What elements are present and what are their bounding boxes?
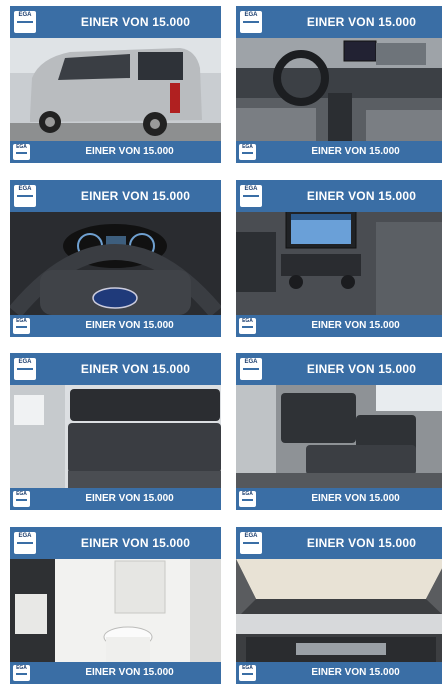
- ega-logo-icon: EGA: [14, 532, 36, 554]
- tile-banner: EGA EINER VON 15.000: [236, 6, 442, 38]
- tile-footer: EGA EINER VON 15.000: [236, 315, 442, 337]
- tile-banner: EGA EINER VON 15.000: [10, 353, 221, 385]
- footer-text: EINER VON 15.000: [311, 493, 400, 504]
- ega-logo-icon: EGA: [239, 491, 256, 507]
- interior-seating-photo: [236, 385, 442, 488]
- footer-text: EINER VON 15.000: [85, 493, 174, 504]
- ega-logo-icon: EGA: [13, 665, 30, 681]
- rear-bench-photo: [10, 385, 221, 488]
- ega-logo-icon: EGA: [239, 665, 256, 681]
- ega-logo-icon: EGA: [14, 185, 36, 207]
- tile-footer: EGA EINER VON 15.000: [236, 662, 442, 684]
- photo-grid: EGA EINER VON 15.000 EGA EINER VON 15.00…: [0, 0, 442, 684]
- footer-text: EINER VON 15.000: [85, 320, 174, 331]
- ega-logo-icon: EGA: [13, 144, 30, 160]
- van-exterior-photo: [10, 38, 221, 141]
- ega-logo-icon: EGA: [240, 532, 262, 554]
- tile-banner: EGA EINER VON 15.000: [10, 180, 221, 212]
- ega-logo-icon: EGA: [240, 358, 262, 380]
- tile-banner: EGA EINER VON 15.000: [10, 527, 221, 559]
- tile-banner: EGA EINER VON 15.000: [10, 6, 221, 38]
- tile-banner: EGA EINER VON 15.000: [236, 353, 442, 385]
- tile-van-exterior[interactable]: EGA EINER VON 15.000 EGA EINER VON 15.00…: [10, 6, 221, 163]
- tile-banner: EGA EINER VON 15.000: [236, 180, 442, 212]
- infotainment-photo: [236, 212, 442, 315]
- ega-logo-icon: EGA: [239, 318, 256, 334]
- tile-banner: EGA EINER VON 15.000: [236, 527, 442, 559]
- tile-pop-up-roof[interactable]: EGA EINER VON 15.000 EGA EINER VON 15.00…: [236, 527, 442, 684]
- tile-footer: EGA EINER VON 15.000: [10, 488, 221, 510]
- tile-footer: EGA EINER VON 15.000: [10, 315, 221, 337]
- tile-interior-seating[interactable]: EGA EINER VON 15.000 EGA EINER VON 15.00…: [236, 353, 442, 510]
- banner-text: EINER VON 15.000: [80, 536, 191, 550]
- footer-text: EINER VON 15.000: [311, 320, 400, 331]
- banner-text: EINER VON 15.000: [306, 536, 417, 550]
- footer-text: EINER VON 15.000: [85, 667, 174, 678]
- banner-text: EINER VON 15.000: [306, 362, 417, 376]
- ega-logo-icon: EGA: [14, 358, 36, 380]
- cockpit-photo: [236, 38, 442, 141]
- steering-wheel-photo: [10, 212, 221, 315]
- banner-text: EINER VON 15.000: [306, 189, 417, 203]
- footer-text: EINER VON 15.000: [85, 146, 174, 157]
- tile-cockpit[interactable]: EGA EINER VON 15.000 EGA EINER VON 15.00…: [236, 6, 442, 163]
- ega-logo-icon: EGA: [240, 11, 262, 33]
- tile-bathroom[interactable]: EGA EINER VON 15.000 EGA EINER VON 15.00…: [10, 527, 221, 684]
- tile-rear-bench[interactable]: EGA EINER VON 15.000 EGA EINER VON 15.00…: [10, 353, 221, 510]
- bathroom-photo: [10, 559, 221, 662]
- tile-footer: EGA EINER VON 15.000: [236, 141, 442, 163]
- tile-infotainment[interactable]: EGA EINER VON 15.000 EGA EINER VON 15.00…: [236, 180, 442, 337]
- banner-text: EINER VON 15.000: [306, 15, 417, 29]
- footer-text: EINER VON 15.000: [311, 146, 400, 157]
- ega-logo-icon: EGA: [13, 318, 30, 334]
- ega-logo-icon: EGA: [14, 11, 36, 33]
- banner-text: EINER VON 15.000: [80, 362, 191, 376]
- tile-footer: EGA EINER VON 15.000: [10, 141, 221, 163]
- ega-logo-icon: EGA: [13, 491, 30, 507]
- ega-logo-icon: EGA: [240, 185, 262, 207]
- tile-steering-wheel[interactable]: EGA EINER VON 15.000 EGA EINER VON 15.00…: [10, 180, 221, 337]
- tile-footer: EGA EINER VON 15.000: [10, 662, 221, 684]
- ega-logo-icon: EGA: [239, 144, 256, 160]
- footer-text: EINER VON 15.000: [311, 667, 400, 678]
- pop-up-roof-photo: [236, 559, 442, 662]
- banner-text: EINER VON 15.000: [80, 15, 191, 29]
- banner-text: EINER VON 15.000: [80, 189, 191, 203]
- tile-footer: EGA EINER VON 15.000: [236, 488, 442, 510]
